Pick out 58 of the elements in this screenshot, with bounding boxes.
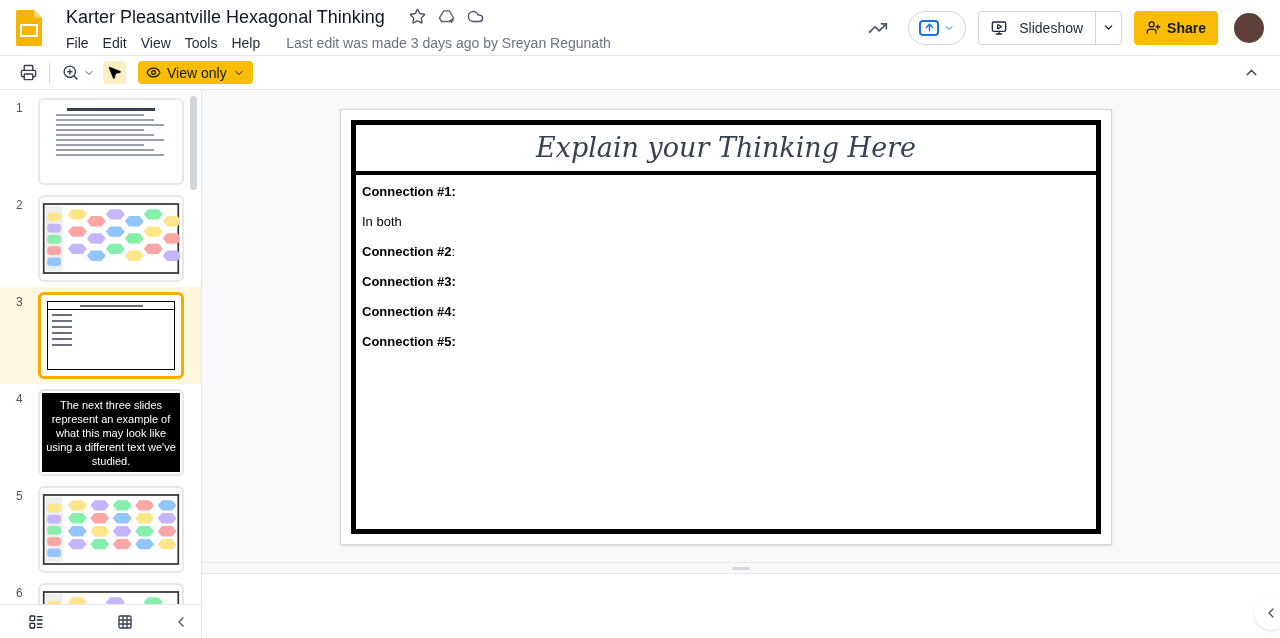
share-button[interactable]: Share xyxy=(1134,10,1218,45)
slide-thumbnail[interactable]: The next three slides represent an example of what this may look like using a different text we've studied. xyxy=(38,389,184,476)
zoom-icon[interactable] xyxy=(62,64,79,81)
slide-thumbnail-text: The next three slides represent an example of what this may look like using a different text we've studied. xyxy=(46,397,176,468)
text-line-icon xyxy=(52,320,72,322)
text-line-icon xyxy=(56,124,165,126)
pointer-icon xyxy=(107,65,122,80)
grid-view-icon[interactable] xyxy=(117,613,133,630)
text-line-icon xyxy=(56,139,165,141)
slide-text: Connection #3: xyxy=(362,273,456,291)
text-line-icon xyxy=(52,344,72,346)
slide-number: 5 xyxy=(16,488,24,505)
menu-item[interactable]: Edit xyxy=(102,32,127,53)
last-edit-link[interactable]: Last edit was made 3 days ago by Sreyan Regunath xyxy=(286,32,611,53)
slide-number: 6 xyxy=(16,585,24,602)
text-line-icon xyxy=(56,154,165,156)
resize-handle[interactable] xyxy=(732,566,750,570)
avatar[interactable] xyxy=(1234,12,1264,43)
text-line-icon xyxy=(56,129,145,131)
text-line-icon xyxy=(56,119,155,121)
slide-number: 2 xyxy=(16,197,24,214)
eye-icon xyxy=(146,65,161,80)
slide-text: Connection #4: xyxy=(362,303,456,321)
slide-text: Connection #5: xyxy=(362,333,456,351)
menu-item[interactable]: Tools xyxy=(184,32,218,53)
text-line-icon xyxy=(56,134,155,136)
menu-item[interactable]: Help xyxy=(231,32,261,53)
menu-item[interactable]: File xyxy=(66,32,89,53)
play-icon xyxy=(991,19,1008,36)
slide-title: Explain your Thinking Here xyxy=(356,125,1096,175)
document-title[interactable]: Karter Pleasantville Hexagonal Thinking xyxy=(66,2,385,31)
title-line-icon xyxy=(79,304,143,307)
upload-icon xyxy=(923,22,935,33)
filmstrip-view-icon[interactable] xyxy=(28,613,44,630)
drive-add-icon[interactable] xyxy=(437,8,455,25)
slide-number: 3 xyxy=(16,294,24,311)
slide-text: Connection #1: xyxy=(362,183,456,201)
text-line-icon xyxy=(52,314,72,316)
menu-item[interactable]: View xyxy=(140,32,171,53)
text-line-icon xyxy=(56,114,145,116)
view-only-button[interactable]: View only xyxy=(138,61,253,84)
text-line-icon xyxy=(52,326,72,328)
title-line-icon xyxy=(66,108,156,111)
text-line-icon xyxy=(56,149,155,151)
slide-text: In both xyxy=(362,213,402,231)
text-line-icon xyxy=(56,144,145,146)
select-tool-button[interactable] xyxy=(103,61,126,84)
text-line-icon xyxy=(52,338,72,340)
scrollbar[interactable] xyxy=(190,96,197,190)
slide-thumbnail[interactable] xyxy=(38,292,184,379)
slide-text: Connection #2: xyxy=(362,243,456,261)
slide-number: 1 xyxy=(16,100,24,117)
cloud-icon[interactable] xyxy=(466,8,484,25)
slide-number: 4 xyxy=(16,391,24,408)
star-icon[interactable] xyxy=(408,8,426,25)
text-line-icon xyxy=(52,332,72,334)
print-icon[interactable] xyxy=(20,64,37,81)
person-icon xyxy=(1146,20,1162,35)
